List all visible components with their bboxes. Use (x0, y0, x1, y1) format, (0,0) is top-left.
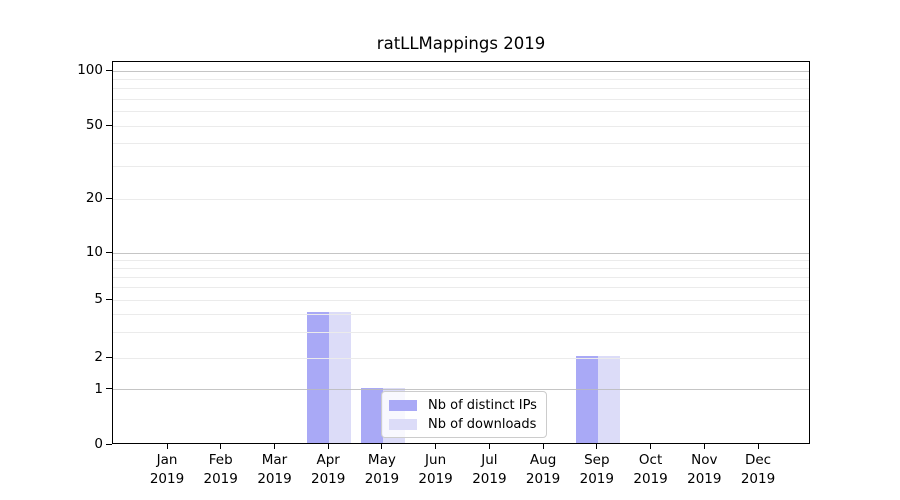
y-tick-label-1: 1 (39, 380, 103, 398)
gridline-minor-6 (113, 287, 809, 288)
gridline-major-100 (113, 71, 809, 72)
x-tick-mark-nov (704, 444, 705, 449)
x-tick-label-dec: Dec2019 (726, 451, 790, 489)
bar-nb-of-downloads-sep (598, 356, 620, 443)
x-tick-mark-feb (220, 444, 221, 449)
gridline-minor-7 (113, 277, 809, 278)
legend-label-distinct-ips: Nb of distinct IPs (428, 398, 537, 413)
y-tick-mark-2 (106, 357, 112, 358)
gridline-minor-60 (113, 111, 809, 112)
gridline-minor-50 (113, 126, 809, 127)
figure: ratLLMappings 2019 Nb of distinct IPs Nb… (0, 0, 900, 500)
x-tick-mark-dec (758, 444, 759, 449)
x-tick-mark-jan (167, 444, 168, 449)
x-tick-mark-apr (328, 444, 329, 449)
x-tick-month: Dec (726, 451, 790, 470)
y-tick-mark-1 (106, 388, 112, 389)
y-tick-label-20: 20 (39, 189, 103, 207)
bar-nb-of-distinct-ips-may (361, 388, 383, 444)
gridline-minor-4 (113, 314, 809, 315)
gridline-minor-80 (113, 88, 809, 89)
y-tick-mark-10 (106, 252, 112, 253)
x-tick-year: 2019 (726, 470, 790, 489)
x-tick-mark-sep (596, 444, 597, 449)
y-tick-label-10: 10 (39, 243, 103, 261)
y-tick-mark-0 (106, 444, 112, 445)
legend: Nb of distinct IPs Nb of downloads (381, 391, 547, 438)
legend-row-downloads: Nb of downloads (382, 415, 546, 434)
gridline-minor-5 (113, 300, 809, 301)
gridline-minor-9 (113, 260, 809, 261)
x-tick-mark-mar (274, 444, 275, 449)
y-tick-mark-50 (106, 125, 112, 126)
y-tick-label-0: 0 (39, 435, 103, 453)
y-tick-label-2: 2 (39, 348, 103, 366)
y-tick-label-100: 100 (39, 61, 103, 79)
legend-swatch-distinct-ips (389, 400, 417, 411)
gridline-major-1 (113, 389, 809, 390)
x-tick-mark-jul (489, 444, 490, 449)
bar-nb-of-distinct-ips-sep (576, 356, 598, 443)
gridline-minor-70 (113, 99, 809, 100)
gridline-minor-30 (113, 166, 809, 167)
y-tick-label-5: 5 (39, 290, 103, 308)
x-tick-mark-may (381, 444, 382, 449)
x-tick-mark-oct (650, 444, 651, 449)
chart-title: ratLLMappings 2019 (112, 34, 810, 53)
legend-swatch-downloads (389, 419, 417, 430)
gridline-minor-20 (113, 199, 809, 200)
gridline-minor-2 (113, 358, 809, 359)
x-tick-mark-jun (435, 444, 436, 449)
plot-area: Nb of distinct IPs Nb of downloads (112, 61, 810, 444)
y-tick-mark-20 (106, 198, 112, 199)
gridline-minor-90 (113, 79, 809, 80)
x-tick-mark-aug (543, 444, 544, 449)
legend-row-distinct-ips: Nb of distinct IPs (382, 396, 546, 415)
gridline-minor-3 (113, 332, 809, 333)
gridline-minor-8 (113, 268, 809, 269)
gridline-major-10 (113, 253, 809, 254)
legend-label-downloads: Nb of downloads (428, 417, 536, 432)
y-tick-mark-100 (106, 70, 112, 71)
gridline-minor-40 (113, 143, 809, 144)
y-tick-label-50: 50 (39, 116, 103, 134)
y-tick-mark-5 (106, 299, 112, 300)
